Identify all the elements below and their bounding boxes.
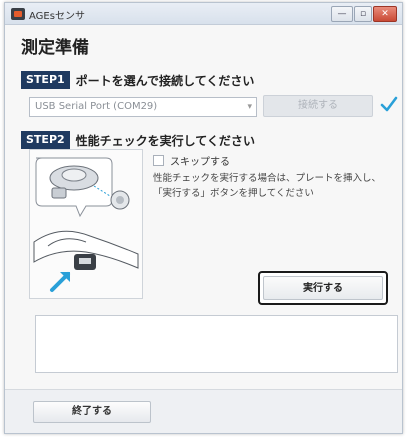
page-title: 測定準備 — [21, 38, 89, 58]
close-button[interactable]: ✕ — [373, 6, 397, 22]
app-logo-icon — [11, 8, 25, 20]
minimize-button[interactable]: — — [331, 6, 353, 22]
check-description: 性能チェックを実行する場合は、プレートを挿入し、 「実行する」ボタンを押してくだ… — [153, 171, 388, 201]
skip-label: スキップする — [170, 157, 230, 168]
skip-checkbox[interactable] — [153, 155, 164, 166]
check-icon — [380, 96, 398, 112]
chevron-down-icon[interactable]: ▾ — [247, 98, 252, 116]
result-log-area — [35, 315, 398, 373]
run-button[interactable]: 実行する — [263, 276, 383, 300]
run-button-highlight: 実行する — [258, 271, 388, 305]
skip-option[interactable]: スキップする — [153, 153, 230, 168]
plate-insert-illustration — [29, 149, 143, 299]
port-select[interactable]: USB Serial Port (COM29) ▾ — [29, 97, 257, 117]
step1-header: STEP1 ポートを選んで接続してください — [21, 71, 254, 89]
maximize-button[interactable]: ▫ — [354, 6, 372, 22]
title-bar: AGEsセンサ — ▫ ✕ — [5, 3, 402, 25]
check-description-line2: 「実行する」ボタンを押してください — [153, 188, 314, 199]
step2-header: STEP2 性能チェックを実行してください — [21, 131, 255, 149]
connect-button[interactable]: 接続する — [263, 95, 373, 117]
app-window: AGEsセンサ — ▫ ✕ 測定準備 STEP1 ポートを選んで接続してください… — [4, 2, 403, 434]
step2-instruction: 性能チェックを実行してください — [75, 133, 255, 148]
exit-button[interactable]: 終了する — [33, 401, 151, 423]
check-description-line1: 性能チェックを実行する場合は、プレートを挿入し、 — [153, 173, 382, 184]
device-illustration-icon — [33, 157, 139, 292]
step2-badge: STEP2 — [21, 131, 70, 149]
port-select-value: USB Serial Port (COM29) — [35, 101, 158, 112]
step1-instruction: ポートを選んで接続してください — [75, 73, 255, 88]
window-title: AGEsセンサ — [29, 11, 85, 22]
step1-badge: STEP1 — [21, 71, 70, 89]
